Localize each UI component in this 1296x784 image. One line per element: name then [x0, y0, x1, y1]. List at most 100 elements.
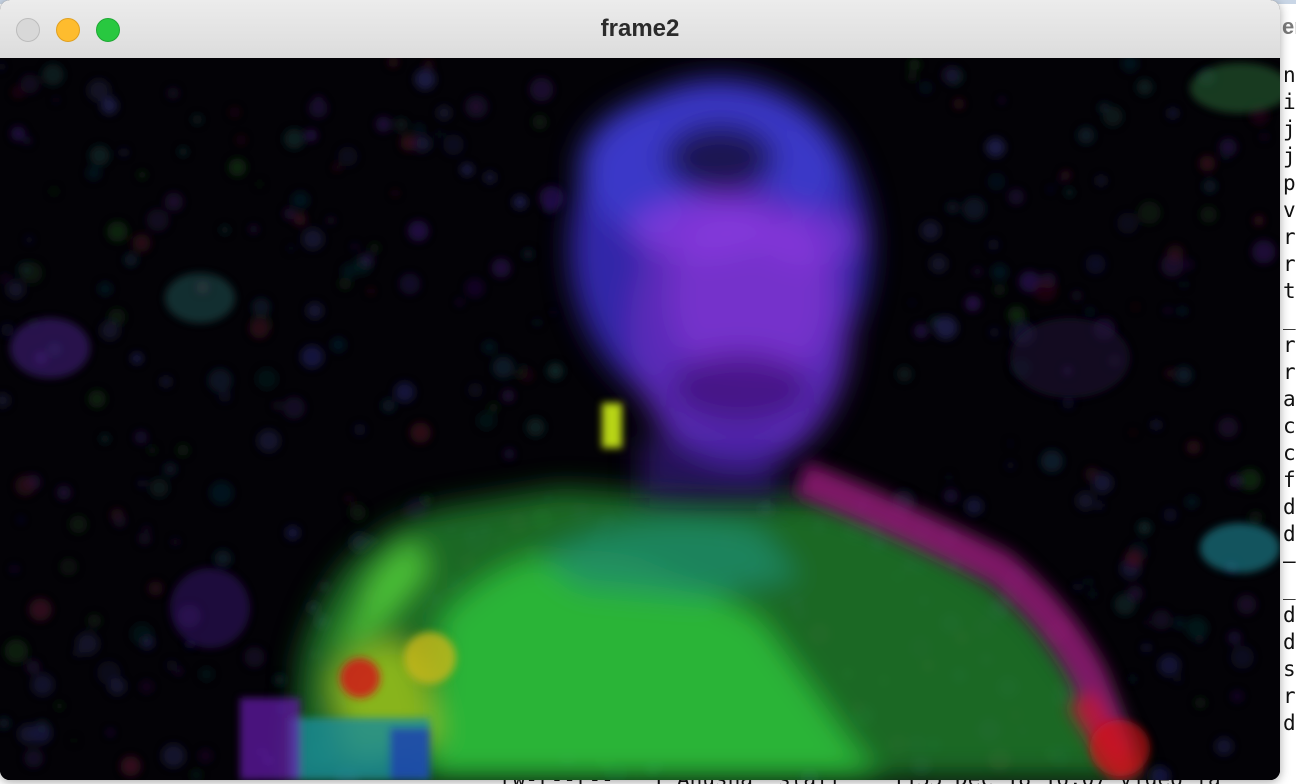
noise-speckle	[1136, 78, 1153, 96]
noise-speckle	[147, 445, 157, 455]
noise-speckle	[1065, 188, 1074, 197]
noise-speckle	[491, 258, 511, 278]
terminal-line-fragment: t	[1283, 279, 1296, 303]
noise-speckle	[1252, 240, 1276, 264]
noise-speckle	[171, 538, 180, 546]
noise-speckle	[177, 444, 189, 457]
noise-speckle	[351, 242, 359, 251]
noise-speckle	[1214, 737, 1234, 756]
noise-speckle	[31, 673, 54, 696]
noise-speckle	[302, 228, 324, 250]
noise-speckle	[235, 134, 247, 146]
noise-speckle	[998, 97, 1005, 104]
noise-speckle	[1199, 155, 1216, 172]
noise-speckle	[394, 381, 416, 403]
noise-speckle	[89, 145, 110, 166]
noise-speckle	[120, 755, 141, 777]
noise-speckle	[1141, 643, 1151, 653]
noise-speckle	[1167, 107, 1179, 119]
noise-speckle	[220, 225, 230, 235]
noise-speckle	[167, 87, 180, 100]
image-canvas	[0, 58, 1280, 780]
noise-speckle	[1259, 132, 1269, 142]
noise-speckle	[412, 134, 431, 153]
noise-speckle	[1227, 631, 1242, 645]
window-title: frame2	[600, 15, 680, 42]
terminal-line-fragment: r	[1283, 684, 1296, 708]
noise-speckle	[1062, 396, 1075, 409]
noise-speckle	[1236, 594, 1257, 615]
terminal-line-fragment: d	[1283, 603, 1296, 627]
noise-speckle	[375, 116, 392, 133]
noise-speckle	[533, 318, 542, 327]
noise-speckle	[175, 667, 183, 675]
noise-speckle	[1203, 179, 1217, 193]
noise-speckle	[943, 488, 958, 504]
noise-speckle	[274, 674, 286, 686]
noise-speckle	[1061, 170, 1071, 180]
noise-speckle	[166, 659, 178, 671]
noise-speckle	[520, 368, 534, 383]
noise-speckle	[0, 273, 11, 285]
noise-speckle	[1071, 290, 1083, 302]
noise-speckle	[1217, 417, 1239, 438]
noise-speckle	[337, 146, 358, 167]
noise-speckle	[249, 224, 259, 234]
noise-speckle	[300, 345, 324, 369]
noise-speckle	[965, 295, 981, 312]
noise-speckle	[443, 134, 464, 156]
noise-speckle	[1151, 609, 1172, 630]
noise-speckle	[1077, 126, 1095, 145]
noise-speckle	[163, 462, 177, 476]
window-titlebar[interactable]: frame2	[0, 0, 1280, 59]
terminal-line-fragment: r	[1283, 225, 1296, 249]
noise-speckle	[929, 254, 948, 273]
noise-speckle	[132, 233, 151, 253]
noise-speckle	[333, 163, 341, 172]
noise-speckle	[1180, 280, 1188, 289]
noise-speckle	[349, 504, 367, 521]
noise-speckle	[251, 297, 271, 317]
noise-speckle	[139, 679, 154, 694]
noise-speckle	[293, 213, 307, 226]
noise-speckle	[1185, 495, 1199, 509]
terminal-line-fragment: c	[1283, 414, 1296, 438]
noise-speckle	[1102, 106, 1123, 127]
noise-speckle	[526, 417, 545, 437]
noise-speckle	[56, 485, 72, 500]
noise-speckle	[1137, 201, 1161, 225]
noise-speckle	[25, 235, 34, 244]
noise-speckle	[1199, 205, 1218, 224]
noise-speckle	[86, 165, 102, 181]
noise-speckle	[913, 323, 929, 339]
noise-speckle	[1129, 675, 1137, 683]
noise-speckle	[547, 362, 564, 380]
noise-speckle	[50, 187, 58, 195]
terminal-line-fragment: d	[1283, 522, 1296, 546]
noise-speckle	[42, 63, 64, 86]
noise-speckle	[465, 278, 485, 298]
noise-speckle	[192, 114, 203, 125]
noise-speckle	[198, 748, 213, 763]
noise-speckle	[1230, 645, 1255, 669]
noise-speckle	[119, 148, 128, 157]
noise-speckle	[391, 189, 400, 197]
noise-speckle	[178, 147, 188, 156]
noise-speckle	[934, 316, 958, 340]
noise-speckle	[987, 239, 1000, 251]
noise-speckle	[1163, 306, 1172, 315]
noise-speckle	[503, 448, 515, 460]
noise-speckle	[146, 208, 169, 232]
noise-speckle	[488, 403, 499, 413]
noise-speckle	[414, 68, 436, 90]
noise-speckle	[513, 195, 527, 210]
noise-speckle	[100, 320, 120, 341]
noise-speckle	[1182, 258, 1194, 271]
terminal-line-fragment: j	[1283, 117, 1296, 141]
noise-speckle	[467, 382, 483, 398]
noise-speckle	[407, 220, 429, 242]
noise-speckle	[477, 411, 496, 431]
noise-speckle	[1175, 675, 1182, 683]
noise-speckle	[29, 598, 52, 621]
noise-speckle	[1219, 138, 1237, 157]
